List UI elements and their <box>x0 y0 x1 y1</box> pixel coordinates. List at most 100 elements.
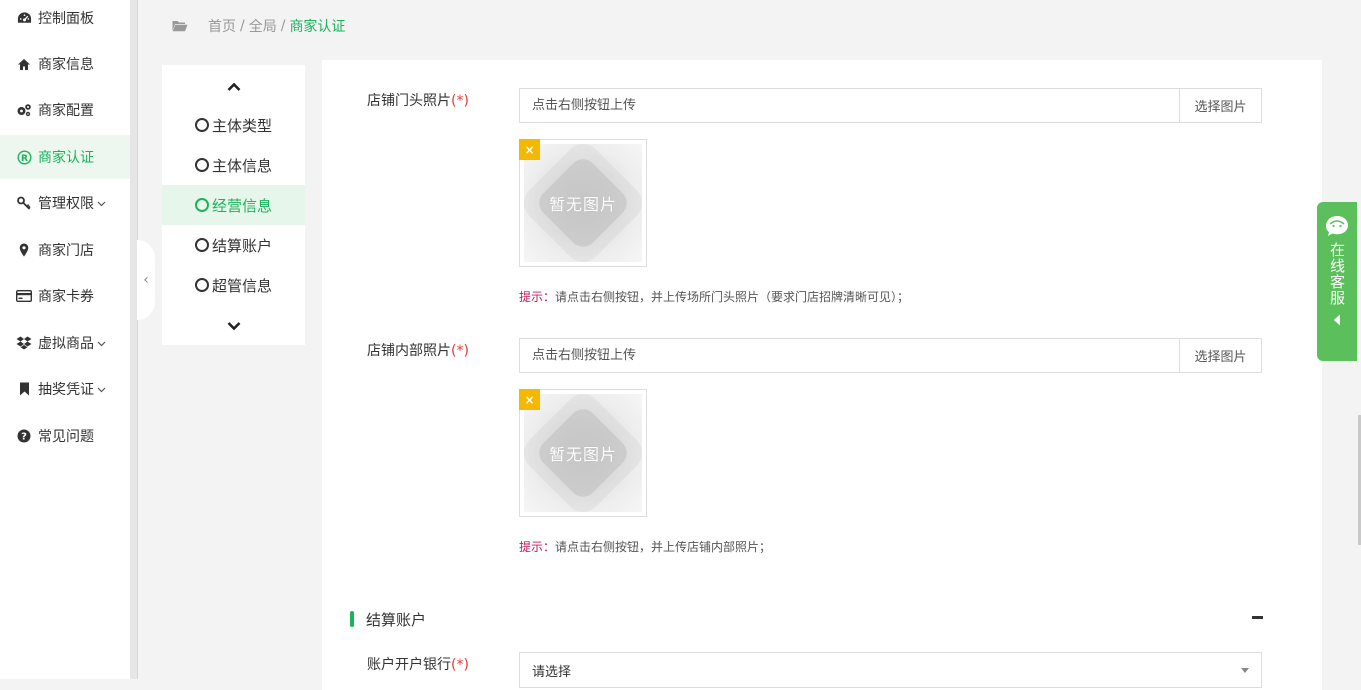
sidebar-item-label: 管理权限 <box>38 196 94 212</box>
sidebar-item-label: 控制面板 <box>38 11 94 27</box>
chevron-down-icon <box>227 321 241 331</box>
caret-left-icon <box>1333 314 1341 326</box>
field-label-text: 店铺内部照片 <box>367 343 451 359</box>
step-business-info[interactable]: 经营信息 <box>162 185 305 225</box>
step-subject-type[interactable]: 主体类型 <box>162 105 305 145</box>
sidebar: 控制面板 商家信息 商家配置 R 商家认证 管理权限 商家门店 商家卡券 虚拟商… <box>0 0 130 679</box>
step-subject-info[interactable]: 主体信息 <box>162 145 305 185</box>
sidebar-collapse-button[interactable]: ‹ <box>137 240 155 320</box>
form-card: 店铺门头照片(*) 选择图片 暂无图片 × 提示：请点击右侧按钮，并上传场所门头… <box>322 60 1322 690</box>
step-label: 结算账户 <box>211 236 272 255</box>
svg-text:R: R <box>21 154 28 164</box>
sidebar-item-faq[interactable]: ? 常见问题 <box>0 414 130 458</box>
sidebar-item-merchant-certification[interactable]: R 商家认证 <box>0 135 130 179</box>
sidebar-item-label: 商家配置 <box>38 103 94 119</box>
breadcrumb-current: 商家认证 <box>289 19 346 35</box>
storefront-photo-label: 店铺门头照片(*) <box>367 90 469 110</box>
hint-text: 请点击右侧按钮，并上传店铺内部照片； <box>555 540 772 554</box>
circle-icon <box>194 238 209 252</box>
sidebar-item-label: 商家门店 <box>38 243 94 259</box>
step-scroll-up-button[interactable] <box>162 75 305 99</box>
close-icon[interactable]: × <box>519 389 540 410</box>
storefront-photo-input[interactable] <box>520 89 1179 122</box>
hint-text: 请点击右侧按钮，并上传场所门头照片（要求门店招牌清晰可见）； <box>555 290 910 304</box>
placeholder-image: 暂无图片 <box>524 394 642 512</box>
required-mark: (*) <box>451 93 469 109</box>
chevron-up-icon <box>227 82 241 92</box>
circle-icon <box>194 118 209 132</box>
bank-label: 账户开户银行(*) <box>367 654 469 674</box>
question-circle-icon: ? <box>16 428 32 444</box>
step-label: 经营信息 <box>211 196 272 215</box>
settlement-section-title: 结算账户 <box>350 609 426 629</box>
chevron-down-icon <box>97 199 106 208</box>
sidebar-item-dashboard[interactable]: 控制面板 <box>0 0 130 40</box>
online-service-button[interactable]: 在线客服 <box>1317 202 1357 361</box>
sidebar-item-label: 抽奖凭证 <box>38 382 94 398</box>
placeholder-image: 暂无图片 <box>524 144 642 262</box>
sidebar-divider <box>130 0 138 679</box>
sidebar-item-label: 商家认证 <box>38 150 94 166</box>
interior-upload-row: 选择图片 <box>519 338 1262 373</box>
bank-select-value: 请选择 <box>532 664 572 680</box>
storefront-choose-image-button[interactable]: 选择图片 <box>1179 89 1261 122</box>
bookmark-icon <box>16 381 32 397</box>
interior-photo-input[interactable] <box>520 339 1179 372</box>
caret-down-icon <box>1241 668 1249 673</box>
service-face-icon <box>1324 214 1350 238</box>
section-accent-bar <box>350 611 354 627</box>
folder-open-icon <box>172 20 188 32</box>
sidebar-item-merchant-config[interactable]: 商家配置 <box>0 88 130 132</box>
step-label: 主体类型 <box>211 116 272 135</box>
sidebar-item-coupons[interactable]: 商家卡券 <box>0 274 130 318</box>
storefront-photo-preview: 暂无图片 × <box>519 139 647 267</box>
step-navigator: 主体类型 主体信息 经营信息 结算账户 超管信息 <box>162 65 305 345</box>
step-settlement-account[interactable]: 结算账户 <box>162 225 305 265</box>
sidebar-item-label: 常见问题 <box>38 429 94 445</box>
home-icon <box>16 56 32 72</box>
sidebar-item-stores[interactable]: 商家门店 <box>0 228 130 272</box>
circle-icon <box>194 278 209 292</box>
dropbox-icon <box>16 335 32 351</box>
chevron-left-icon: ‹ <box>143 272 149 288</box>
storefront-upload-row: 选择图片 <box>519 88 1262 123</box>
interior-choose-image-button[interactable]: 选择图片 <box>1179 339 1261 372</box>
required-mark: (*) <box>451 657 469 673</box>
breadcrumb-separator: / <box>240 18 245 34</box>
sidebar-item-merchant-info[interactable]: 商家信息 <box>0 42 130 86</box>
circle-icon <box>194 198 209 212</box>
step-super-admin-info[interactable]: 超管信息 <box>162 265 305 305</box>
registered-icon: R <box>16 149 32 165</box>
breadcrumb-separator: / <box>280 18 286 34</box>
breadcrumb: 首页 / 全局 / 商家认证 <box>172 16 345 36</box>
hint-label: 提示： <box>519 540 556 554</box>
sidebar-item-lottery[interactable]: 抽奖凭证 <box>0 367 130 411</box>
map-pin-icon <box>16 242 32 258</box>
field-label-text: 店铺门头照片 <box>367 93 451 109</box>
bank-select[interactable]: 请选择 <box>519 652 1262 688</box>
step-scroll-down-button[interactable] <box>162 314 305 338</box>
circle-icon <box>194 158 209 172</box>
sidebar-item-virtual-goods[interactable]: 虚拟商品 <box>0 321 130 365</box>
interior-hint: 提示：请点击右侧按钮，并上传店铺内部照片； <box>519 538 771 555</box>
svg-text:?: ? <box>21 432 27 443</box>
collapse-section-icon[interactable] <box>1252 616 1263 619</box>
interior-photo-label: 店铺内部照片(*) <box>367 340 469 360</box>
storefront-hint: 提示：请点击右侧按钮，并上传场所门头照片（要求门店招牌清晰可见）； <box>519 288 909 305</box>
section-title-text: 结算账户 <box>366 610 427 629</box>
no-image-text: 暂无图片 <box>548 195 617 214</box>
sidebar-item-label: 商家卡券 <box>38 289 94 305</box>
breadcrumb-home[interactable]: 首页 <box>208 16 236 36</box>
sidebar-item-permissions[interactable]: 管理权限 <box>0 181 130 225</box>
gears-icon <box>16 102 32 118</box>
sidebar-item-label: 虚拟商品 <box>38 336 94 352</box>
key-icon <box>16 195 32 211</box>
sidebar-item-label: 商家信息 <box>38 57 94 73</box>
step-label: 超管信息 <box>211 276 272 295</box>
dashboard-icon <box>16 10 32 26</box>
service-label: 在线客服 <box>1328 242 1346 306</box>
close-icon[interactable]: × <box>519 139 540 160</box>
breadcrumb-global[interactable]: 全局 <box>249 16 277 36</box>
required-mark: (*) <box>451 343 469 359</box>
chevron-down-icon <box>97 385 106 394</box>
